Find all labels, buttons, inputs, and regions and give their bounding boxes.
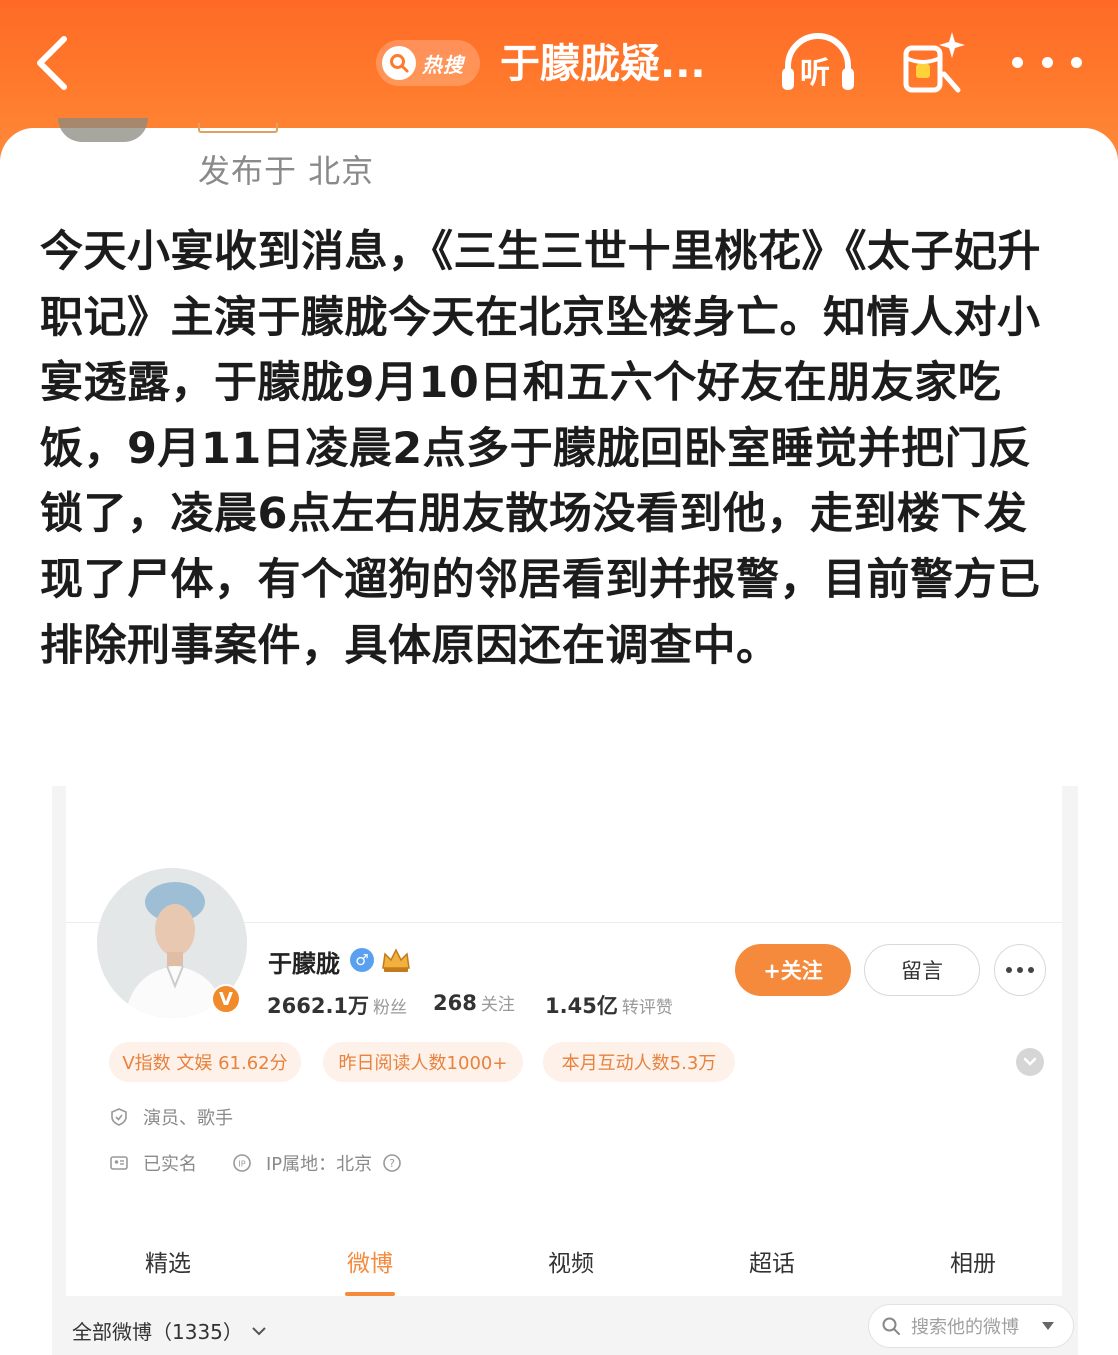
real-name-row: 已实名 (109, 1150, 197, 1176)
dot-icon (1071, 56, 1082, 68)
tab-weibo[interactable]: 微博 (310, 1244, 430, 1278)
male-icon: ♂ (350, 948, 374, 972)
svg-text:?: ? (389, 1157, 395, 1170)
occupation-text: 演员、歌手 (143, 1108, 233, 1129)
author-badge-partial (198, 123, 278, 133)
occupation-row: 演员、歌手 (109, 1104, 233, 1130)
red-packet-button[interactable] (900, 28, 970, 98)
tag-daily-readers[interactable]: 昨日阅读人数1000+ (323, 1042, 523, 1082)
listen-button[interactable]: 听 (778, 30, 858, 96)
profile-tabs: 精选 微博 视频 超话 相册 (66, 1226, 1062, 1296)
shield-icon (109, 1107, 129, 1127)
profile-name: 于朦胧 (268, 950, 340, 978)
tab-super-topics[interactable]: 超话 (712, 1244, 832, 1278)
stat-value: 1.45亿 (545, 994, 618, 1018)
dot-icon (1028, 967, 1034, 973)
embedded-profile-screenshot[interactable]: V 于朦胧 ♂ 2662.1万 粉丝 268 关注 1.45亿 转评赞 +关注 留言 (52, 786, 1078, 1355)
profile-search-input[interactable]: 搜索他的微博 (868, 1304, 1074, 1348)
chevron-down-icon (1023, 1057, 1037, 1066)
ip-location-row: IP IP属地：北京 ? (232, 1150, 402, 1176)
tab-videos[interactable]: 视频 (511, 1244, 631, 1278)
search-placeholder: 搜索他的微博 (911, 1317, 1019, 1338)
dot-icon (1012, 56, 1023, 68)
chevron-left-icon (37, 36, 67, 90)
ip-location-text: IP属地：北京 (266, 1154, 373, 1175)
stat-interactions[interactable]: 1.45亿 转评赞 (545, 990, 673, 1020)
message-button[interactable]: 留言 (864, 944, 980, 996)
svg-text:IP: IP (238, 1160, 245, 1169)
chevron-down-icon (252, 1326, 266, 1335)
dot-icon (1041, 56, 1053, 68)
stat-unit: 转评赞 (621, 998, 673, 1018)
dot-icon (1006, 967, 1012, 973)
verified-badge-icon: V (211, 984, 241, 1014)
listen-label: 听 (800, 56, 830, 91)
id-card-icon (109, 1153, 129, 1173)
tag-monthly-interactions[interactable]: 本月互动人数5.3万 (543, 1042, 735, 1082)
profile-more-button[interactable] (994, 944, 1046, 996)
ip-icon: IP (232, 1153, 252, 1173)
stat-followers[interactable]: 2662.1万 粉丝 (267, 990, 407, 1020)
search-icon (382, 46, 416, 80)
caret-down-icon (1042, 1322, 1054, 1330)
search-icon (882, 1317, 900, 1335)
stat-unit: 关注 (480, 995, 515, 1015)
follow-button[interactable]: +关注 (735, 944, 851, 996)
tab-albums[interactable]: 相册 (913, 1244, 1033, 1278)
post-text: 今天小宴收到消息，《三生三世十里桃花》《太子妃升职记》主演于朦胧今天在北京坠楼身… (40, 227, 1041, 671)
tag-v-index[interactable]: V指数 文娱 61.62分 (109, 1042, 301, 1082)
profile-panel: V 于朦胧 ♂ 2662.1万 粉丝 268 关注 1.45亿 转评赞 +关注 留言 (66, 786, 1062, 1355)
hot-search-badge[interactable]: 热搜 (376, 40, 480, 86)
stat-unit: 粉丝 (373, 998, 408, 1018)
all-posts-label: 全部微博（1335） (72, 1320, 243, 1344)
author-avatar-partial[interactable] (58, 118, 148, 142)
all-posts-dropdown[interactable]: 全部微博（1335） (72, 1316, 267, 1345)
crown-icon (380, 946, 412, 974)
gift-sparkle-icon (903, 32, 965, 93)
stat-value: 2662.1万 (267, 994, 370, 1018)
stat-following[interactable]: 268 关注 (433, 990, 515, 1015)
hot-search-label: 热搜 (422, 52, 464, 77)
stat-value: 268 (433, 991, 477, 1015)
back-button[interactable] (22, 30, 82, 96)
page-title: 于朦胧疑... (500, 41, 706, 87)
expand-button[interactable] (1016, 1048, 1044, 1076)
post-location: 发布于 北京 (198, 152, 375, 190)
more-options-button[interactable] (1012, 44, 1082, 80)
help-icon[interactable]: ? (382, 1153, 402, 1173)
real-name-text: 已实名 (143, 1154, 197, 1175)
dot-icon (1017, 967, 1023, 973)
tab-featured[interactable]: 精选 (108, 1244, 228, 1278)
